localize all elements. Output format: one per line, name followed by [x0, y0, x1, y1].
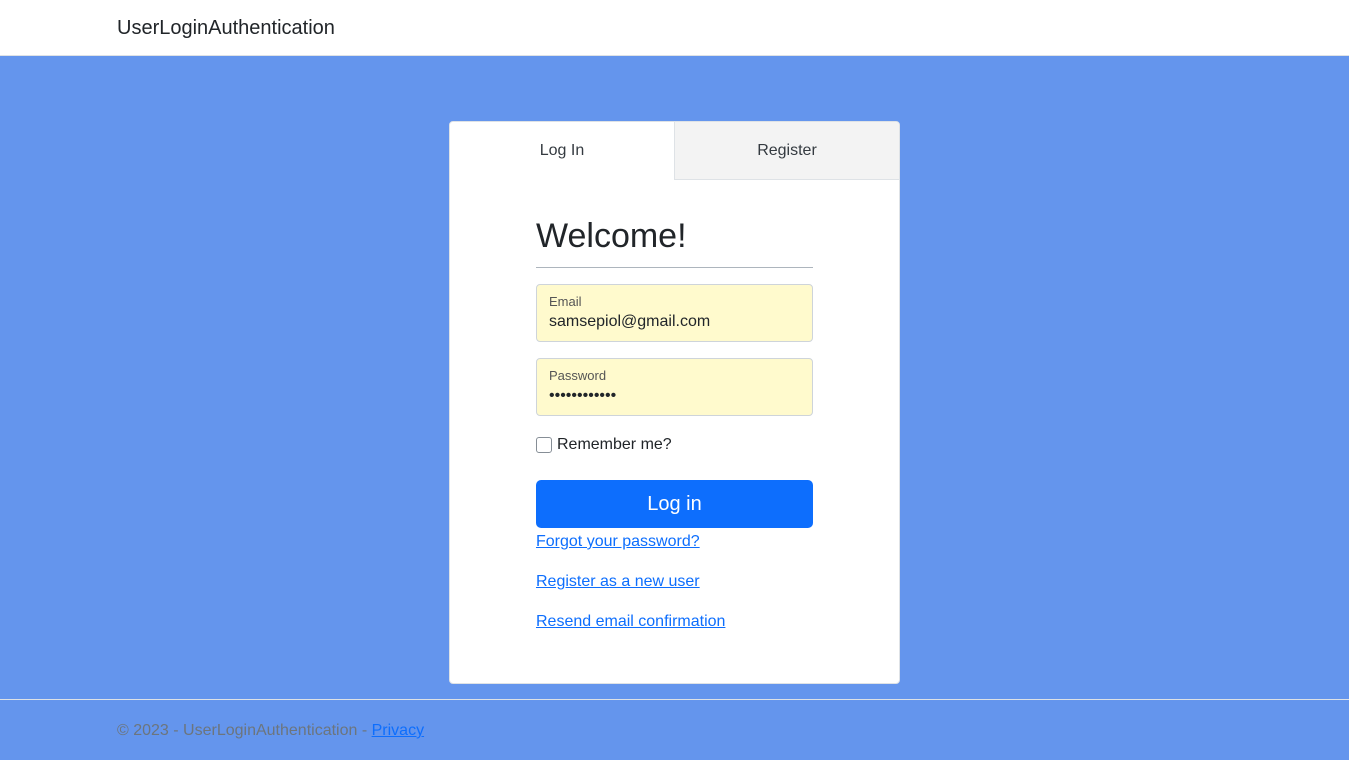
- login-card: Log In Register Welcome! Email Password …: [449, 121, 900, 684]
- password-field[interactable]: Password: [536, 358, 813, 416]
- copyright-text: © 2023 - UserLoginAuthentication -: [117, 722, 372, 739]
- divider: [536, 267, 813, 268]
- page-title: Welcome!: [536, 217, 687, 255]
- remember-me-label[interactable]: Remember me?: [557, 436, 672, 454]
- auth-tabs: Log In Register: [450, 122, 899, 180]
- log-in-button[interactable]: Log in: [536, 480, 813, 528]
- resend-email-confirmation-link[interactable]: Resend email confirmation: [536, 611, 813, 633]
- register-new-user-link[interactable]: Register as a new user: [536, 571, 813, 593]
- email-input[interactable]: [549, 313, 799, 331]
- email-field[interactable]: Email: [536, 284, 813, 342]
- password-input[interactable]: [549, 387, 799, 405]
- navbar: UserLoginAuthentication: [0, 0, 1349, 56]
- password-label: Password: [549, 368, 607, 383]
- remember-me-checkbox[interactable]: [536, 437, 552, 453]
- footer-text: © 2023 - UserLoginAuthentication - Priva…: [117, 722, 424, 740]
- login-form: Welcome! Email Password Remember me? Log…: [536, 214, 813, 633]
- tab-register[interactable]: Register: [675, 122, 899, 180]
- brand-link[interactable]: UserLoginAuthentication: [117, 17, 335, 40]
- remember-me: Remember me?: [536, 435, 813, 455]
- footer: © 2023 - UserLoginAuthentication - Priva…: [0, 699, 1349, 760]
- email-label: Email: [549, 294, 582, 309]
- forgot-password-link[interactable]: Forgot your password?: [536, 531, 813, 553]
- tab-log-in[interactable]: Log In: [450, 122, 675, 180]
- privacy-link[interactable]: Privacy: [372, 722, 424, 739]
